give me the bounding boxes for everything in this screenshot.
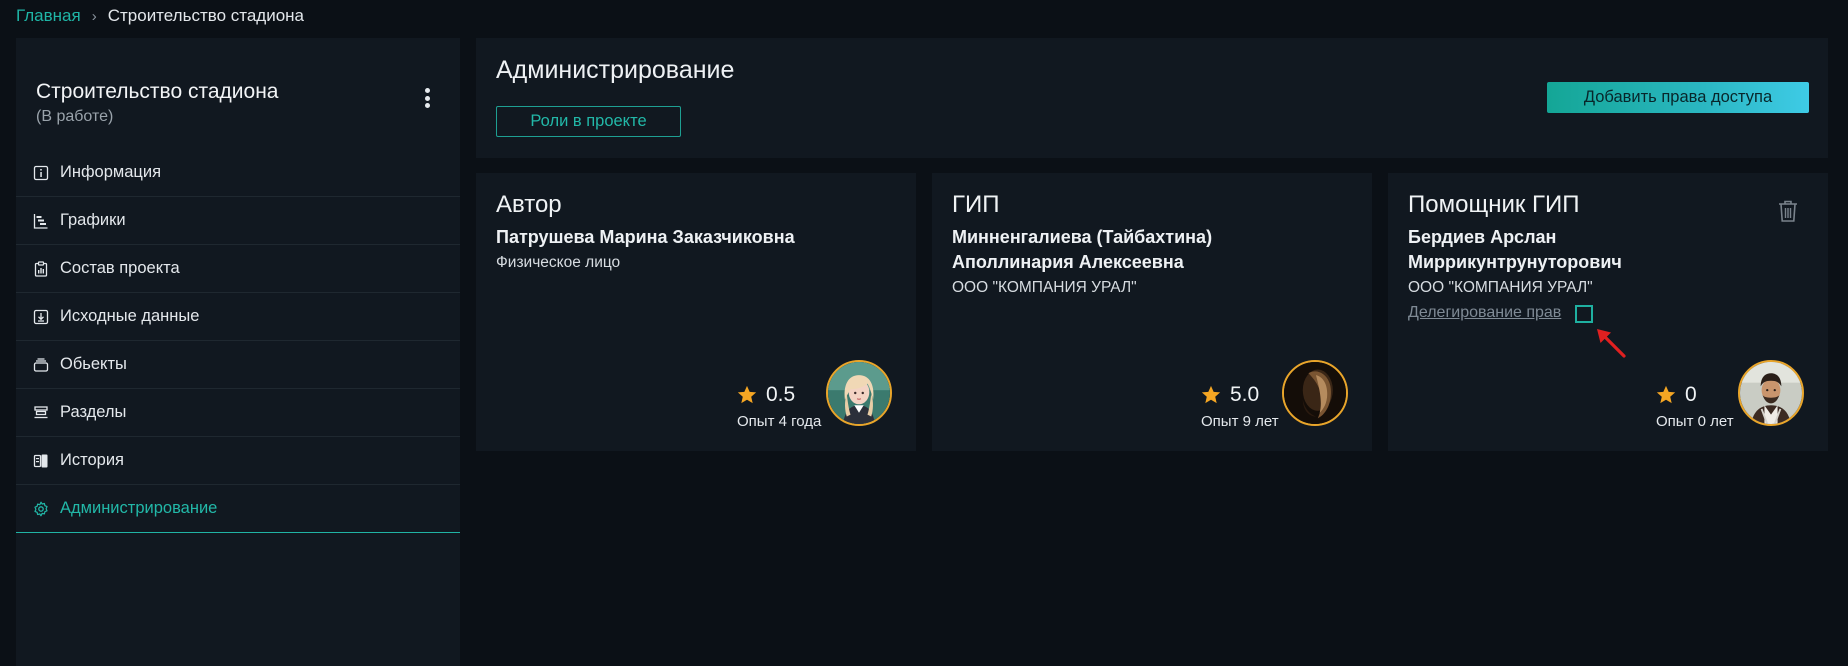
card-user-name: Бердиев Арслан Миррикунтрунуторович	[1408, 227, 1622, 272]
sections-icon	[33, 405, 49, 421]
avatar[interactable]	[1282, 360, 1348, 426]
project-roles-button[interactable]: Роли в проекте	[496, 106, 681, 137]
rating-value: 0	[1685, 383, 1697, 406]
sidebar: Строительство стадиона (В работе) Информ…	[16, 38, 460, 666]
administration-header: Администрирование Роли в проекте Добавит…	[476, 38, 1828, 158]
star-icon	[1201, 385, 1221, 404]
sidebar-item-history[interactable]: История	[16, 437, 460, 485]
sidebar-item-label: Состав проекта	[60, 259, 180, 277]
sidebar-item-label: Информация	[60, 163, 162, 181]
sidebar-item-administration[interactable]: Администрирование	[16, 485, 460, 533]
star-icon	[1656, 385, 1676, 404]
rating-value: 0.5	[766, 383, 796, 406]
card-rating: 0.5	[736, 383, 795, 407]
card-role: Помощник ГИП	[1408, 191, 1580, 218]
card-rating: 5.0	[1200, 383, 1259, 407]
avatar[interactable]	[1738, 360, 1804, 426]
sidebar-item-label: История	[60, 451, 124, 469]
card-experience: Опыт 9 лет	[1201, 413, 1279, 430]
sidebar-item-source-data[interactable]: Исходные данные	[16, 293, 460, 341]
sidebar-item-project-composition[interactable]: Состав проекта	[16, 245, 460, 293]
sidebar-item-sections[interactable]: Разделы	[16, 389, 460, 437]
project-title: Строительство стадиона	[36, 80, 279, 103]
info-icon	[33, 165, 49, 181]
card-experience: Опыт 4 года	[737, 413, 822, 430]
project-status: (В работе)	[36, 108, 114, 125]
delegation-rights-link[interactable]: Делегирование прав	[1408, 304, 1561, 322]
sidebar-item-info[interactable]: Информация	[16, 149, 460, 197]
sidebar-item-label: Разделы	[60, 403, 127, 421]
card-organization: ООО "КОМПАНИЯ УРАЛ"	[952, 279, 1137, 296]
delegation-rights-checkbox[interactable]	[1575, 305, 1593, 323]
gear-icon	[33, 501, 49, 517]
gantt-chart-icon	[33, 213, 49, 229]
card-role: Автор	[496, 191, 562, 218]
red-pointer-arrow-icon	[1597, 329, 1626, 358]
breadcrumb: Главная › Строительство стадиона	[16, 5, 304, 27]
user-card-author: Автор Патрушева Марина Заказчиковна Физи…	[476, 173, 916, 451]
add-access-rights-button[interactable]: Добавить права доступа	[1547, 82, 1809, 113]
sidebar-item-charts[interactable]: Графики	[16, 197, 460, 245]
card-experience: Опыт 0 лет	[1656, 413, 1734, 430]
sidebar-item-label: Обьекты	[60, 355, 127, 373]
trash-icon[interactable]	[1777, 199, 1799, 223]
page-title: Администрирование	[496, 56, 735, 84]
kebab-menu-icon[interactable]	[419, 86, 435, 110]
user-card-assistant-chief-engineer: Помощник ГИП Бердиев Арслан Миррикунтрун…	[1388, 173, 1828, 451]
avatar[interactable]	[826, 360, 892, 426]
card-organization: ООО "КОМПАНИЯ УРАЛ"	[1408, 279, 1593, 296]
layers-box-icon	[33, 357, 49, 373]
user-card-chief-engineer: ГИП Минненгалиева (Тайбахтина) Аполлинар…	[932, 173, 1372, 451]
card-rating: 0	[1655, 383, 1697, 407]
star-icon	[737, 385, 757, 404]
card-role: ГИП	[952, 191, 1000, 218]
download-box-icon	[33, 309, 49, 325]
rating-value: 5.0	[1230, 383, 1260, 406]
history-devices-icon	[33, 453, 49, 469]
sidebar-item-objects[interactable]: Обьекты	[16, 341, 460, 389]
breadcrumb-home-link[interactable]: Главная	[16, 6, 81, 26]
breadcrumb-current: Строительство стадиона	[107, 6, 305, 25]
sidebar-item-label: Администрирование	[60, 499, 218, 517]
card-organization: Физическое лицо	[496, 254, 621, 271]
breadcrumb-separator: ›	[91, 7, 97, 25]
clipboard-chart-icon	[33, 260, 49, 277]
card-user-name: Патрушева Марина Заказчиковна	[496, 227, 795, 247]
sidebar-menu: Информация Графики Состав проекта Исходн…	[16, 149, 460, 533]
sidebar-item-label: Исходные данные	[60, 307, 200, 325]
sidebar-item-label: Графики	[60, 211, 126, 229]
card-user-name: Минненгалиева (Тайбахтина) Аполлинария А…	[952, 227, 1213, 272]
